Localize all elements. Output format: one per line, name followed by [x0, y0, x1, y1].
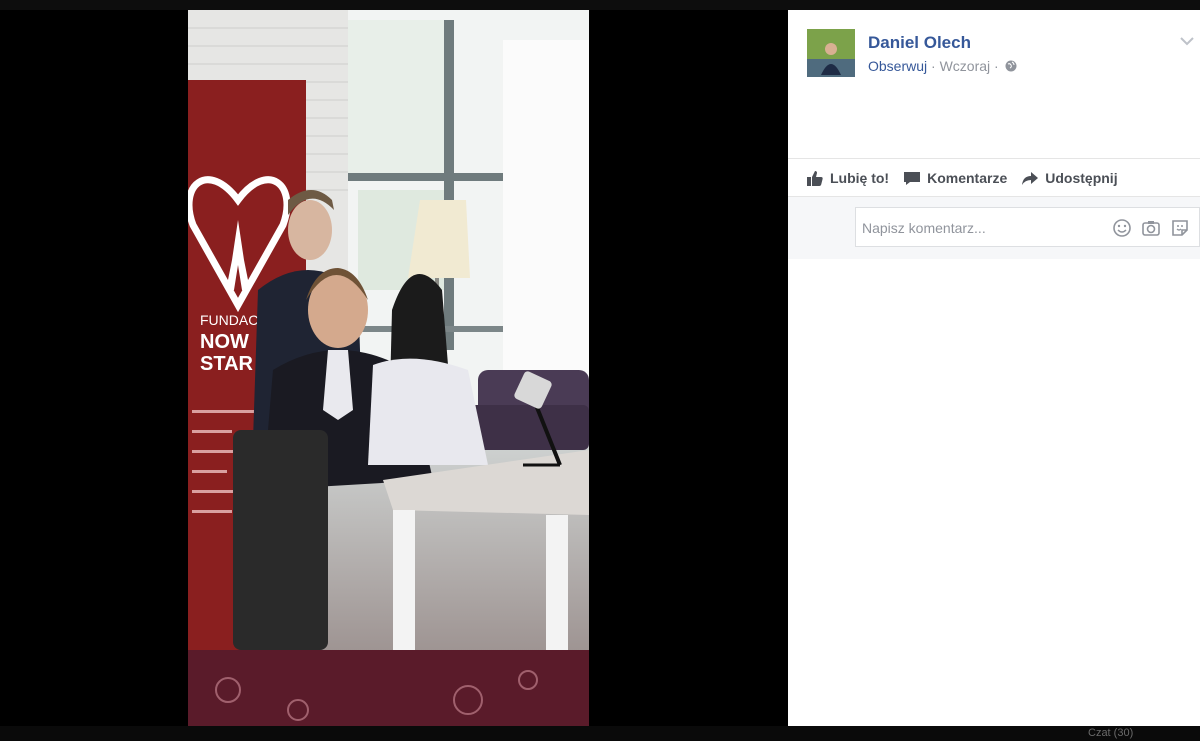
comment-section: [788, 197, 1200, 259]
meta-separator: ·: [990, 58, 1003, 74]
banner-text-3: STAR: [200, 353, 254, 375]
post-meta: Obserwuj · Wczoraj ·: [868, 58, 1017, 74]
emoji-icon[interactable]: [1112, 218, 1132, 238]
chevron-down-icon[interactable]: [1180, 36, 1194, 46]
comment-input[interactable]: [860, 208, 1104, 248]
comment-label: Komentarze: [927, 170, 1008, 186]
meta-separator: ·: [927, 58, 940, 74]
banner-text-1: FUNDAC: [200, 312, 258, 328]
post-time[interactable]: Wczoraj: [940, 58, 991, 74]
comment-button[interactable]: Komentarze: [903, 169, 1007, 187]
share-label: Udostępnij: [1045, 170, 1118, 186]
bottom-bar: [0, 726, 1200, 741]
camera-icon[interactable]: [1141, 218, 1161, 238]
chat-tab[interactable]: Czat (30): [1088, 727, 1133, 739]
like-label: Lubię to!: [830, 170, 890, 186]
photo-scene: FUNDAC NOW STAR: [188, 10, 589, 726]
avatar[interactable]: [807, 29, 855, 77]
top-bar: [0, 0, 1200, 10]
avatar-image: [807, 29, 855, 77]
banner-text-2: NOW: [200, 331, 249, 353]
author-name[interactable]: Daniel Olech: [868, 33, 971, 53]
post-actions: Lubię to! Komentarze Udostępnij: [806, 168, 1132, 188]
like-button[interactable]: Lubię to!: [806, 169, 889, 187]
comment-box: [855, 207, 1200, 248]
post-photo[interactable]: FUNDAC NOW STAR: [188, 10, 589, 726]
post-sidebar: Daniel Olech Obserwuj · Wczoraj · Lubię …: [788, 10, 1200, 726]
share-arrow-icon: [1022, 172, 1039, 185]
globe-icon[interactable]: [1005, 60, 1017, 72]
share-button[interactable]: Udostępnij: [1021, 169, 1118, 187]
comment-icon: [904, 172, 921, 185]
divider: [788, 158, 1200, 159]
sticker-icon[interactable]: [1170, 218, 1190, 238]
follow-link[interactable]: Obserwuj: [868, 58, 927, 74]
thumbs-up-icon: [807, 171, 823, 186]
